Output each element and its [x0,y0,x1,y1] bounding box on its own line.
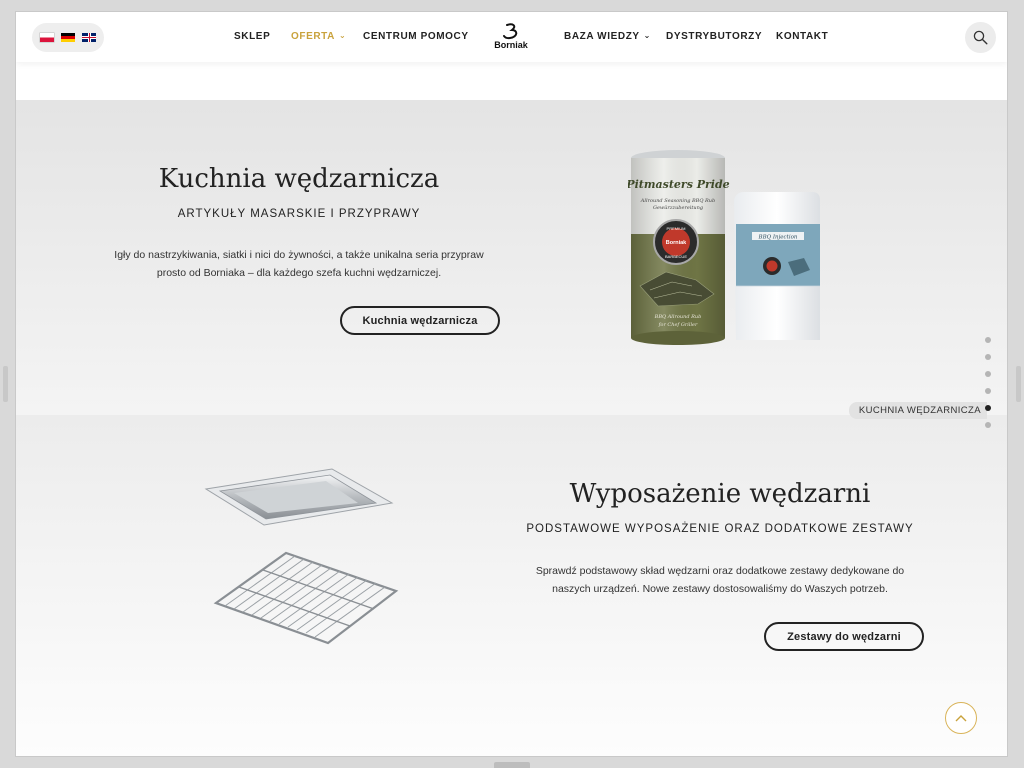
spice-products-image: Pitmasters Pride Allround Seasoning BBQ … [628,150,820,345]
nav-item-label: SKLEP [234,31,271,42]
page-dot-active[interactable] [985,405,991,411]
section-description: Igły do nastrzykiwania, siatki i nici do… [114,249,484,279]
back-to-top-button[interactable] [945,702,977,734]
nav-item-baza-wiedzy[interactable]: BAZA WIEDZY ⌄ [564,31,651,42]
logo-mark-icon [503,23,518,40]
can-badge-text: PREMIUM [667,226,686,231]
page-dot[interactable] [985,422,991,428]
search-button[interactable] [965,22,996,53]
flag-germany-icon[interactable] [61,33,75,42]
section-title: Kuchnia wędzarnicza [158,164,440,194]
section-kuchnia-wedzarnicza: Kuchnia wędzarnicza ARTYKUŁY MASARSKIE I… [16,100,1007,415]
can-badge-bottom-text: BARBECUE [665,254,687,259]
can-brand-text: Pitmasters Pride [628,178,730,191]
chevron-down-icon: ⌄ [643,31,651,40]
window-edge-handle-right [1016,366,1021,402]
section-subtitle: ARTYKUŁY MASARSKIE I PRZYPRAWY [177,208,421,220]
nav-item-oferta[interactable]: OFERTA ⌄ [291,31,346,42]
can-bottom-text: for Chef Griller [658,322,698,328]
can-bottom-text: BBQ Allround Rub [654,314,702,320]
nav-item-sklep[interactable]: SKLEP [234,31,270,42]
chevron-up-icon [955,715,967,722]
nav-item-label: CENTRUM POMOCY [363,31,469,42]
chevron-down-icon: ⌄ [338,31,347,40]
section-description: Sprawdź podstawowy skład wędzarni oraz d… [535,565,905,595]
zestawy-do-wedzarni-button[interactable]: Zestawy do wędzarni [764,622,924,651]
page-dot[interactable] [985,337,991,343]
window-edge-handle-bottom [494,762,530,768]
site-header: SKLEP OFERTA ⌄ CENTRUM POMOCY Borniak BAZ… [16,12,1007,62]
section-wyposazenie-wedzarni: Wyposażenie wędzarni PODSTAWOWE WYPOSAŻE… [16,415,1007,756]
pouch-label-text: BBQ Injection [758,235,798,241]
page-dot[interactable] [985,371,991,377]
can-line-text: Allround Seasoning BBQ Rub [640,198,715,204]
logo-text: Borniak [494,40,528,50]
flag-poland-icon[interactable] [40,33,54,42]
page-frame: SKLEP OFERTA ⌄ CENTRUM POMOCY Borniak BAZ… [16,12,1007,756]
language-switcher [32,23,104,52]
nav-item-label: OFERTA [291,31,335,42]
window-edge-handle-left [3,366,8,402]
nav-item-label: BAZA WIEDZY [564,31,640,42]
nav-item-label: DYSTRYBUTORZY [666,31,763,42]
flag-uk-icon[interactable] [82,33,96,42]
section-title: Wyposażenie wędzarni [569,479,871,509]
section-subtitle: PODSTAWOWE WYPOSAŻENIE ORAZ DODATKOWE ZE… [526,523,914,535]
page-dot[interactable] [985,388,991,394]
page-dot[interactable] [985,354,991,360]
nav-item-centrum-pomocy[interactable]: CENTRUM POMOCY [363,31,469,42]
can-badge-brand-text: Borniak [666,240,687,246]
can-line-text: Gewürzzubereitung [653,205,703,211]
kuchnia-wedzarnicza-button[interactable]: Kuchnia wędzarnicza [340,306,500,335]
search-icon [973,30,988,45]
smoker-equipment-image [204,468,399,645]
nav-item-kontakt[interactable]: KONTAKT [776,31,828,42]
site-logo[interactable]: Borniak [489,23,533,53]
page-nav-active-label: KUCHNIA WĘDZARNICZA [848,402,987,419]
nav-item-label: KONTAKT [776,31,829,42]
nav-item-dystrybutorzy[interactable]: DYSTRYBUTORZY [666,31,762,42]
